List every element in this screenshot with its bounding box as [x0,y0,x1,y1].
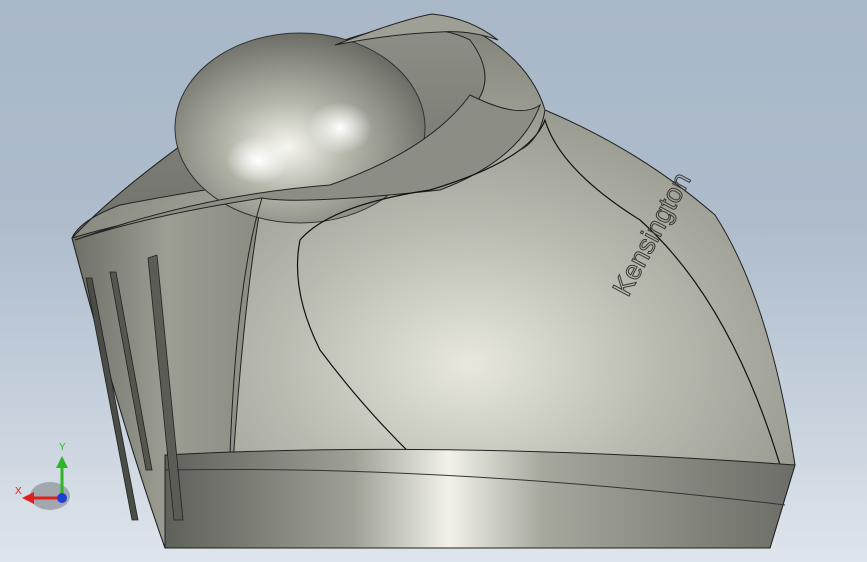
coordinate-triad [22,456,70,510]
graphics-viewport[interactable]: Kensington Y X [0,0,867,562]
ball-highlight-left [226,136,290,184]
ball-highlight-right [308,102,372,154]
axis-y-label: Y [59,442,66,453]
model-canvas[interactable]: Kensington [0,0,867,562]
base-band [164,448,796,549]
axis-x-label: X [15,486,22,497]
